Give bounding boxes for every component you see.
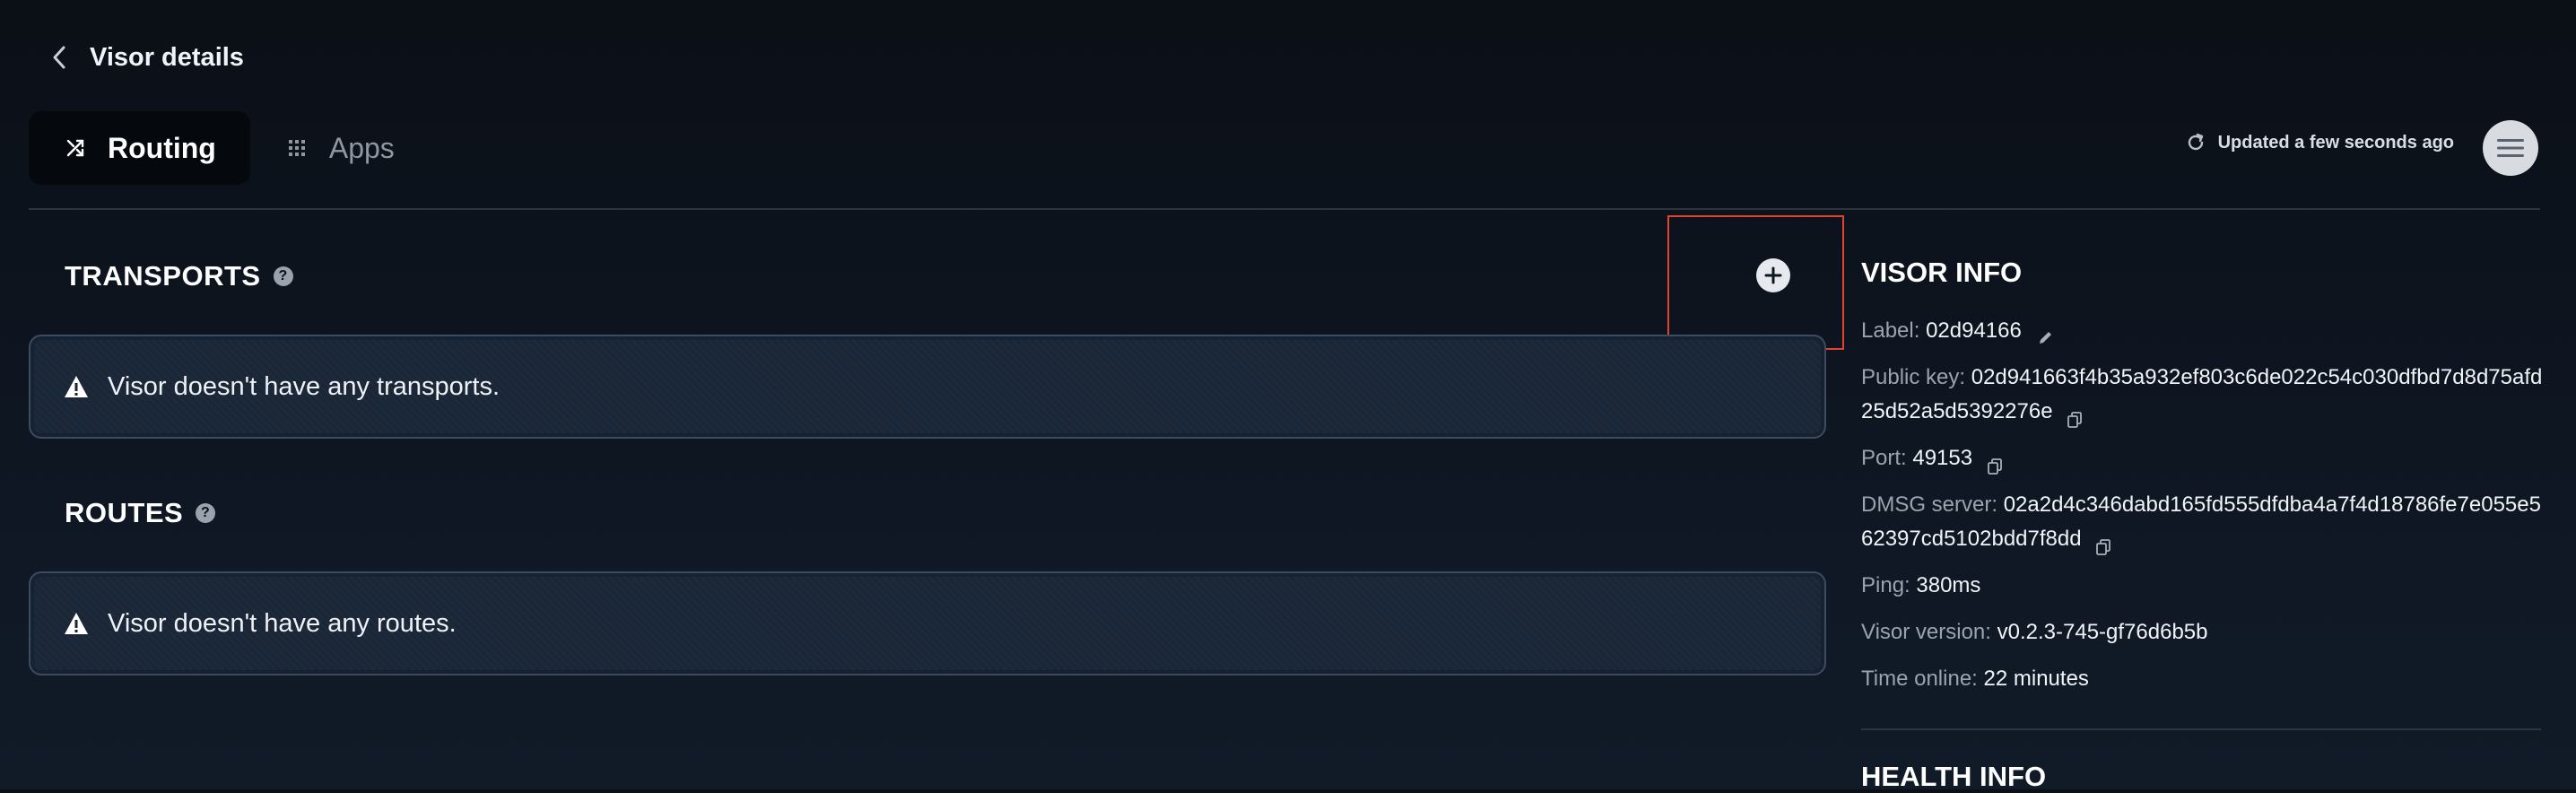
routes-title: ROUTES <box>65 497 184 528</box>
info-divider <box>1861 728 2541 730</box>
warning-icon <box>65 376 88 397</box>
info-version-row: Visor version: v0.2.3-745-gf76d6b5b <box>1861 615 2543 649</box>
tab-routing-label: Routing <box>108 131 216 164</box>
info-port-row: Port: 49153 <box>1861 441 2543 475</box>
visor-info-title: VISOR INFO <box>1861 257 2023 288</box>
info-time-online-row: Time online: 22 minutes <box>1861 662 2543 696</box>
page-header: Visor details <box>45 39 244 75</box>
visor-info-panel: VISOR INFO Label: 02d94166 Public key: 0… <box>1861 257 2543 709</box>
chevron-left-icon <box>53 46 65 69</box>
public-key-key: Public key: <box>1861 365 1966 389</box>
copy-icon[interactable] <box>1987 451 2002 475</box>
transports-empty-state: Visor doesn't have any transports. <box>29 335 1826 439</box>
tab-apps[interactable]: Apps <box>250 111 429 185</box>
warning-icon <box>65 613 88 634</box>
highlight-box <box>1667 215 1844 350</box>
dmsg-key: DMSG server: <box>1861 492 1998 517</box>
updated-text: Updated a few seconds ago <box>2217 132 2454 152</box>
label-key: Label: <box>1861 318 1920 343</box>
tab-bar: Routing Apps <box>29 111 429 185</box>
port-key: Port: <box>1861 446 1907 470</box>
info-label-row: Label: 02d94166 <box>1861 314 2543 348</box>
transports-empty-message: Visor doesn't have any transports. <box>108 371 500 401</box>
routes-header: ROUTES ? <box>65 497 216 529</box>
grid-icon <box>284 135 309 161</box>
tab-apps-label: Apps <box>328 131 395 164</box>
port-value: 49153 <box>1912 446 1973 470</box>
version-key: Visor version: <box>1861 620 1991 644</box>
health-info-title: HEALTH INFO <box>1861 761 2047 792</box>
copy-icon[interactable] <box>2096 532 2111 555</box>
refresh-status[interactable]: Updated a few seconds ago <box>2184 131 2454 154</box>
info-public-key-row: Public key: 02d941663f4b35a932ef803c6de0… <box>1861 361 2543 429</box>
routes-empty-state: Visor doesn't have any routes. <box>29 571 1826 675</box>
shuffle-icon <box>63 135 88 161</box>
menu-button[interactable] <box>2483 120 2538 176</box>
ping-key: Ping: <box>1861 573 1910 597</box>
routes-empty-message: Visor doesn't have any routes. <box>108 608 457 638</box>
header-divider <box>29 208 2540 210</box>
ping-value: 380ms <box>1916 573 1981 597</box>
label-value: 02d94166 <box>1926 318 2022 343</box>
help-icon[interactable]: ? <box>273 266 293 286</box>
hamburger-icon <box>2497 139 2524 157</box>
transports-title: TRANSPORTS <box>65 260 261 292</box>
time-online-value: 22 minutes <box>1983 667 2089 691</box>
version-value: v0.2.3-745-gf76d6b5b <box>1997 620 2208 644</box>
edit-icon[interactable] <box>2037 323 2055 344</box>
copy-icon[interactable] <box>2067 405 2083 428</box>
help-icon[interactable]: ? <box>196 503 216 523</box>
tab-routing[interactable]: Routing <box>29 111 250 185</box>
refresh-icon <box>2184 131 2207 154</box>
transports-header: TRANSPORTS ? <box>65 260 293 292</box>
info-ping-row: Ping: 380ms <box>1861 569 2543 603</box>
page-title: Visor details <box>90 42 244 72</box>
time-online-key: Time online: <box>1861 667 1978 691</box>
info-dmsg-row: DMSG server: 02a2d4c346dabd165fd555dfdba… <box>1861 488 2543 556</box>
back-button[interactable] <box>45 39 74 75</box>
